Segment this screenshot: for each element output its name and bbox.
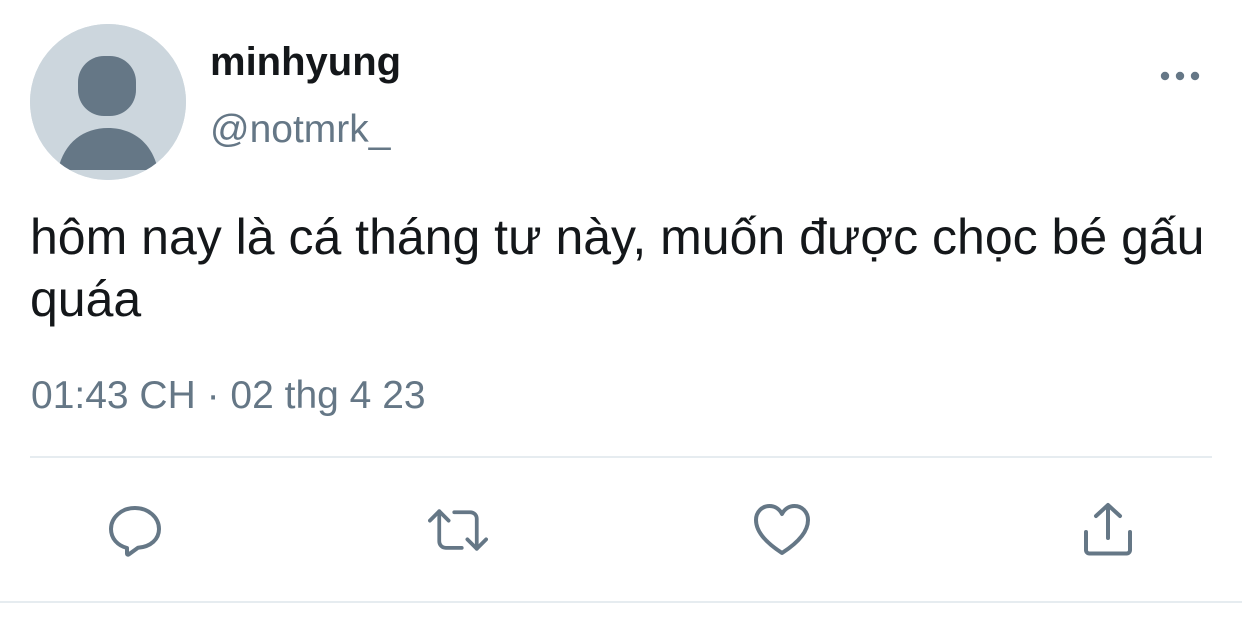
divider: [0, 601, 1242, 603]
reply-button[interactable]: [105, 500, 165, 560]
retweet-icon: [428, 509, 488, 551]
reply-icon: [109, 506, 161, 557]
tweet-timestamp[interactable]: 01:43 CH · 02 thg 4 23: [31, 372, 426, 420]
share-icon: [1084, 503, 1132, 556]
divider: [30, 456, 1212, 458]
display-name[interactable]: minhyung: [210, 38, 401, 86]
more-horizontal-icon: [1160, 71, 1200, 81]
like-button[interactable]: [752, 500, 812, 560]
avatar[interactable]: [30, 24, 186, 180]
tweet-card: minhyung @notmrk_ hôm nay là cá tháng tư…: [0, 0, 1242, 621]
default-avatar-icon: [30, 24, 186, 180]
retweet-button[interactable]: [428, 500, 488, 560]
more-options-button[interactable]: [1150, 56, 1210, 96]
user-handle[interactable]: @notmrk_: [210, 106, 390, 154]
tweet-text: hôm nay là cá tháng tư này, muốn được ch…: [30, 209, 1205, 327]
share-button[interactable]: [1078, 500, 1138, 560]
heart-icon: [754, 504, 810, 555]
